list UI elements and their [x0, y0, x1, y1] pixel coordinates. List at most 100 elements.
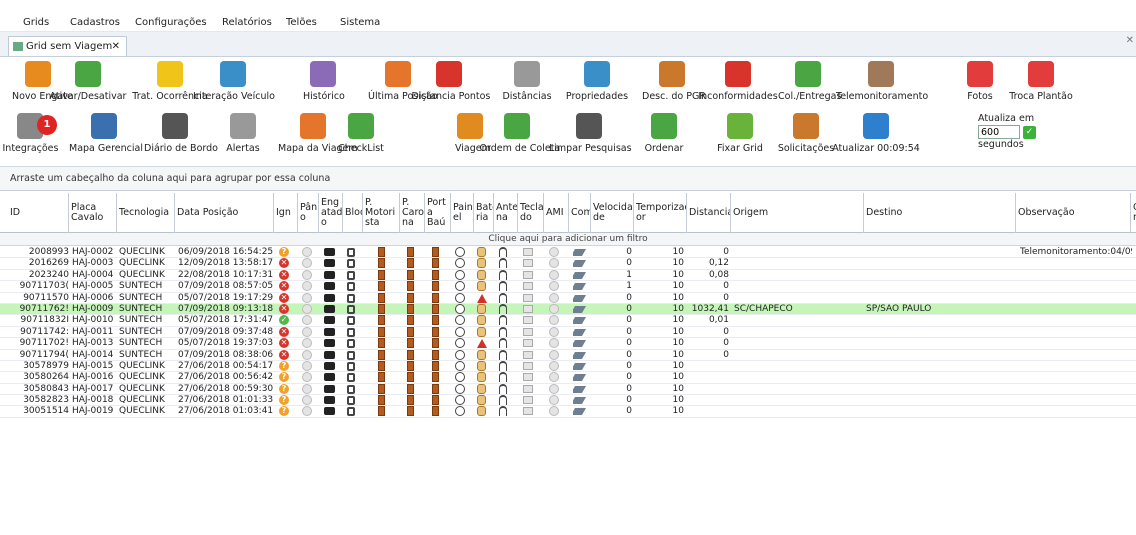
toolbar-button-label: Propriedades — [565, 91, 629, 102]
column-header[interactable]: Temporizad or — [634, 193, 687, 233]
block-unlocked-cell — [347, 338, 361, 349]
keypad-cell — [523, 372, 537, 383]
column-header[interactable]: Bate ria — [474, 193, 494, 233]
fotos-button[interactable]: Fotos — [960, 61, 1000, 103]
ignition-off-cell: ✕ — [279, 349, 293, 361]
passenger-door-icon — [407, 360, 414, 371]
column-header[interactable]: Tecla do — [518, 193, 544, 233]
menu-sistema[interactable]: Sistema — [340, 17, 380, 28]
troca-plant-o-button[interactable]: Troca Plantão — [1004, 61, 1079, 103]
column-header[interactable]: Eng atad o — [319, 193, 343, 233]
column-header[interactable]: Port a Baú — [425, 193, 451, 233]
tecnologia-cell: QUECLINK — [119, 247, 165, 257]
ordem-de-coleta-button[interactable]: Ordem de Coleta — [480, 113, 560, 155]
column-header[interactable]: Origem — [731, 193, 864, 233]
refresh-interval-input[interactable] — [978, 125, 1020, 139]
column-header[interactable]: Tecnologia — [117, 193, 175, 233]
menu-configuracoes[interactable]: Configurações — [135, 17, 207, 28]
communication-satellite-cell — [573, 384, 587, 395]
alertas-button[interactable]: Alertas — [222, 113, 264, 155]
column-header[interactable]: Data Posição — [175, 193, 274, 233]
intera-o-ve-culo-button[interactable]: Interação Veículo — [193, 61, 275, 103]
column-header[interactable]: AMI — [544, 193, 569, 233]
distancia-pontos-button[interactable]: Distancia Pontos — [412, 61, 490, 103]
driver-door-cell — [378, 360, 392, 372]
keypad-icon — [523, 270, 533, 279]
table-row[interactable]: 90711702! HAJ-0013 SUNTECH 05/07/2018 19:37… — [0, 338, 1136, 350]
dist-ncias-button[interactable]: Distâncias — [502, 61, 552, 103]
ignition-off-icon: ✕ — [279, 338, 289, 349]
column-header[interactable]: Ign — [274, 193, 298, 233]
hist-rico-button[interactable]: Histórico — [303, 61, 345, 103]
checklist-button[interactable]: CheckList — [331, 113, 391, 155]
table-row[interactable]: 90711794(HAJ-0014 SUNTECH 07/09/2018 08:38… — [0, 349, 1136, 361]
id-cell: 90711762! — [19, 303, 69, 314]
column-header[interactable]: Velocida de — [591, 193, 634, 233]
limpar-pesquisas-button[interactable]: Limpar Pesquisas — [549, 113, 632, 155]
telemonitoramento-button[interactable]: Telemonitoramento — [836, 61, 928, 103]
table-row[interactable]: 30580843 HAJ-0017 QUECLINK 27/06/2018 00:59… — [0, 383, 1136, 396]
ativar-desativar-button[interactable]: Ativar/Desativar — [43, 61, 133, 103]
temporizador-cell: 10 — [672, 349, 684, 360]
group-by-panel[interactable]: Arraste um cabeçalho da coluna aqui para… — [0, 167, 1136, 191]
table-row[interactable]: 2023240 HAJ-0004 QUECLINK 22/08/2018 10:17:… — [0, 269, 1136, 282]
column-header[interactable]: Ante na — [494, 193, 518, 233]
antenna-cell — [499, 372, 513, 383]
menu-grids[interactable]: Grids — [23, 17, 49, 28]
column-header[interactable]: P. Caro na — [400, 193, 425, 233]
solicita-es-button[interactable]: Solicitações — [776, 113, 836, 155]
menu-teloes[interactable]: Telões — [286, 17, 317, 28]
column-header[interactable]: O n — [1131, 193, 1136, 233]
ami-status-icon — [549, 360, 559, 371]
column-header[interactable]: Pânic o — [298, 193, 319, 233]
table-row[interactable]: 90711570 HAJ-0006 SUNTECH 05/07/2018 19:17:… — [0, 292, 1136, 304]
desc-do-pgr-button[interactable]: Desc. do PGR — [642, 61, 706, 103]
propriedades-button[interactable]: Propriedades — [565, 61, 630, 103]
column-header[interactable]: Com — [569, 193, 591, 233]
velocidade-cell: 1 — [626, 281, 632, 292]
table-row[interactable]: 90711742: HAJ-0011 SUNTECH 07/09/2018 09:37… — [0, 326, 1136, 339]
column-header[interactable]: Destino — [864, 193, 1016, 233]
observacao-cell — [1020, 327, 1132, 338]
di-rio-de-bordo-button[interactable]: Diário de Bordo — [144, 113, 218, 155]
trailer-door-icon — [432, 395, 439, 406]
table-row[interactable]: 90711832I HAJ-0010 SUNTECH 05/07/2018 17:31… — [0, 315, 1136, 327]
ignition-unknown-cell: ? — [279, 372, 293, 383]
confirm-check-icon[interactable]: ✓ — [1023, 125, 1037, 139]
table-row[interactable]: 30582823 HAJ-0018 QUECLINK 27/06/2018 01:01… — [0, 395, 1136, 407]
inconformidades-button[interactable]: Inconformidades — [698, 61, 778, 103]
column-header[interactable]: Distancia — [687, 193, 731, 233]
id-cell: 90711794( — [19, 349, 69, 360]
fixar-grid-button[interactable]: Fixar Grid — [715, 113, 765, 155]
column-header[interactable]: ID — [8, 193, 69, 233]
ami-status-cell — [549, 338, 563, 349]
mapa-gerencial-button[interactable]: Mapa Gerencial — [69, 113, 143, 155]
table-row[interactable]: 2008993 HAJ-0002 QUECLINK 06/09/2018 16:54:… — [0, 247, 1136, 259]
table-row[interactable]: 30580264 HAJ-0016 QUECLINK 27/06/2018 00:56… — [0, 372, 1136, 384]
communication-satellite-cell — [573, 361, 587, 372]
column-header[interactable]: Observação — [1016, 193, 1131, 233]
column-header[interactable]: Pain el — [451, 193, 474, 233]
keypad-cell — [523, 384, 537, 395]
table-row[interactable]: 2016269 HAJ-0003 QUECLINK 12/09/2018 13:58:… — [0, 258, 1136, 270]
table-row[interactable]: 90711762! HAJ-0009 SUNTECH 07/09/2018 09:13… — [0, 303, 1136, 316]
tab-grid-sem-viagem[interactable]: Grid sem Viagem ✕ — [8, 36, 127, 56]
table-row[interactable]: 90711703(HAJ-0005 SUNTECH 07/09/2018 08:57… — [0, 281, 1136, 293]
menu-relatorios[interactable]: Relatórios — [222, 17, 272, 28]
column-header[interactable]: P. Motori sta — [363, 193, 400, 233]
column-header[interactable]: Placa Cavalo — [69, 193, 117, 233]
filter-row[interactable]: Clique aqui para adicionar um filtro — [0, 233, 1136, 246]
close-all-icon[interactable]: ✕ — [1126, 35, 1134, 46]
col-entregas-button[interactable]: Col./Entregas — [778, 61, 841, 103]
battery-icon — [477, 383, 486, 394]
integra-es-button[interactable]: 1 Integrações — [3, 113, 58, 155]
battery-icon — [477, 303, 486, 314]
column-header[interactable]: Bloq — [343, 193, 363, 233]
tab-close-icon[interactable]: ✕ — [112, 41, 120, 52]
menu-cadastros[interactable]: Cadastros — [70, 17, 120, 28]
atualizar-00-09-54-button[interactable]: Atualizar 00:09:54 — [831, 113, 921, 155]
antenna-cell — [499, 395, 513, 406]
table-row[interactable]: 30578979 HAJ-0015 QUECLINK 27/06/2018 00:54… — [0, 360, 1136, 373]
table-row[interactable]: 30051514 HAJ-0019 QUECLINK 27/06/2018 01:03… — [0, 406, 1136, 418]
ordenar-button[interactable]: Ordenar — [644, 113, 684, 155]
